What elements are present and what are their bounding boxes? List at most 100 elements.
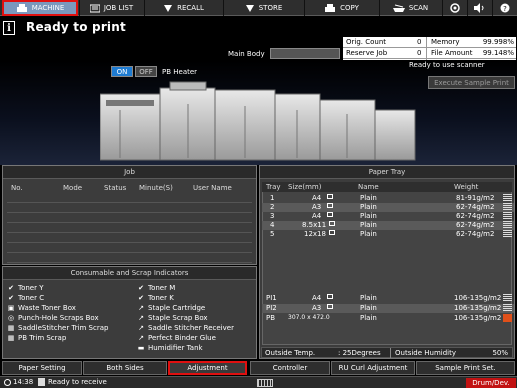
tray-row[interactable]: PB 307.0 x 472.0 Plain 106-135g/m2 — [262, 314, 514, 323]
volume-button[interactable] — [467, 0, 491, 16]
settings-button[interactable] — [442, 0, 466, 16]
keyboard-icon[interactable] — [257, 379, 273, 387]
tray-row[interactable]: 4 8.5x11 Plain 62-74g/m2 — [262, 221, 514, 230]
list-icon — [89, 4, 100, 12]
job-col-no: No. — [11, 184, 23, 192]
environment-bar: Outside Temp. : 25Degrees Outside Humidi… — [261, 347, 513, 358]
consumable-item: ▦ SaddleStitcher Trim Scrap — [5, 323, 109, 333]
status-message: Ready to receive — [48, 378, 107, 386]
job-row[interactable] — [7, 194, 252, 203]
tab-machine[interactable]: MACHINE — [2, 0, 78, 16]
waste-box-icon: ▣ — [7, 304, 15, 312]
paper-orientation-icon — [329, 221, 335, 226]
paper-level-icon — [503, 221, 512, 228]
execute-sample-print-button[interactable]: Execute Sample Print — [428, 76, 515, 89]
main-body-bar — [270, 48, 340, 59]
paper-orientation-icon — [327, 212, 333, 217]
top-nav: MACHINE JOB LIST RECALL STORE COPY SCAN … — [0, 0, 517, 16]
tab-label: RECALL — [177, 4, 204, 12]
tray-col-size: Size(mm) — [288, 183, 322, 191]
tab-adjustment[interactable]: Adjustment — [168, 361, 247, 375]
divider — [390, 348, 391, 358]
consumable-item: ✔ Toner K — [135, 293, 174, 303]
job-row[interactable] — [7, 214, 252, 223]
counter-row: Orig. Count 0 Memory 99.998% — [343, 37, 516, 48]
toner-icon: ✔ — [138, 284, 144, 292]
tank-icon: ▬ — [137, 344, 145, 352]
printer-status-icon — [38, 378, 45, 386]
tab-label: STORE — [258, 4, 283, 12]
tab-both-sides[interactable]: Both Sides — [83, 361, 167, 375]
scrap-icon: ▦ — [7, 334, 15, 342]
toner-icon: ✔ — [138, 294, 144, 302]
recall-icon — [164, 4, 173, 12]
tray-row[interactable]: 3 A4 Plain 62-74g/m2 — [262, 212, 514, 221]
toner-icon: ✔ — [8, 294, 14, 302]
job-row[interactable] — [7, 234, 252, 243]
tab-copy[interactable]: COPY — [304, 0, 378, 16]
toner-icon: ✔ — [8, 284, 14, 292]
tray-row[interactable]: PI2 A3 Plain 106-135g/m2 — [262, 304, 514, 313]
paper-orientation-icon — [327, 304, 333, 309]
scrap-icon: ▦ — [7, 324, 15, 332]
job-panel-title: Job — [3, 166, 256, 179]
job-row[interactable] — [7, 224, 252, 233]
consumable-item: ✔ Toner M — [135, 283, 175, 293]
staple-icon: ↗ — [138, 314, 144, 322]
status-bar: 14:38 Ready to receive Drum/Dev. — [0, 376, 517, 388]
tray-col-name: Name — [358, 183, 379, 191]
consumable-item: ↗ Staple Cartridge — [135, 303, 205, 313]
tab-label: MACHINE — [31, 4, 65, 12]
tab-scan[interactable]: SCAN — [379, 0, 441, 16]
tray-row[interactable]: 2 A3 Plain 62-74g/m2 — [262, 203, 514, 212]
help-button[interactable]: ? — [492, 0, 517, 16]
tab-recall[interactable]: RECALL — [144, 0, 222, 16]
tray-col-weight: Weight — [454, 183, 479, 191]
tray-col-tray: Tray — [266, 183, 281, 191]
drum-dev-badge[interactable]: Drum/Dev. — [466, 378, 516, 388]
svg-text:?: ? — [503, 5, 507, 13]
consumable-item: ◎ Punch-Hole Scraps Box — [5, 313, 99, 323]
job-col-status: Status — [104, 184, 127, 192]
pb-heater-on-button[interactable]: ON — [111, 66, 133, 77]
paper-orientation-icon — [327, 294, 333, 299]
paper-orientation-icon — [329, 230, 335, 235]
clock-icon — [4, 379, 11, 386]
tray-row[interactable]: 1 A4 Plain 81-91g/m2 — [262, 194, 514, 203]
consumable-item: ↗ Perfect Binder Glue — [135, 333, 216, 343]
paper-level-icon — [503, 230, 512, 237]
tray-row[interactable]: 5 12x18 Plain 62-74g/m2 — [262, 230, 514, 239]
settings-icon — [449, 3, 460, 13]
tab-paper-setting[interactable]: Paper Setting — [2, 361, 82, 375]
volume-icon — [474, 3, 484, 13]
paper-level-icon — [503, 212, 512, 219]
consumable-item: ✔ Toner Y — [5, 283, 43, 293]
consumable-item: ▦ PB Trim Scrap — [5, 333, 67, 343]
consumable-item: ✔ Toner C — [5, 293, 44, 303]
printer-icon — [16, 3, 27, 12]
tab-job-list[interactable]: JOB LIST — [79, 0, 143, 16]
job-col-user: User Name — [193, 184, 232, 192]
printer-machine-image — [100, 81, 416, 161]
tray-row[interactable]: PI1 A4 Plain 106-135g/m2 — [262, 294, 514, 303]
job-row[interactable] — [7, 254, 252, 263]
job-panel: Job No. Mode Status Minute(S) User Name — [2, 165, 257, 265]
help-icon: ? — [500, 3, 510, 13]
tab-label: SCAN — [408, 4, 429, 12]
tab-store[interactable]: STORE — [223, 0, 303, 16]
tab-controller[interactable]: Controller — [250, 361, 330, 375]
main-body-label: Main Body — [228, 50, 265, 58]
consumables-title: Consumable and Scrap Indicators — [3, 267, 256, 280]
counter-row: Reserve Job 0 File Amount 99.148% — [343, 48, 516, 59]
pb-heater-off-button[interactable]: OFF — [135, 66, 157, 77]
job-row[interactable] — [7, 244, 252, 253]
paper-orientation-icon — [327, 194, 333, 199]
tab-label: JOB LIST — [103, 4, 134, 12]
paper-level-icon — [503, 304, 512, 311]
counters-panel: Orig. Count 0 Memory 99.998% Reserve Job… — [343, 37, 516, 60]
tab-ru-curl-adjustment[interactable]: RU Curl Adjustment — [331, 361, 415, 375]
job-row[interactable] — [7, 204, 252, 213]
info-icon: i — [3, 21, 15, 35]
pb-heater-toggle: ON OFF PB Heater — [111, 66, 197, 77]
tab-sample-print-set[interactable]: Sample Print Set. — [416, 361, 515, 375]
